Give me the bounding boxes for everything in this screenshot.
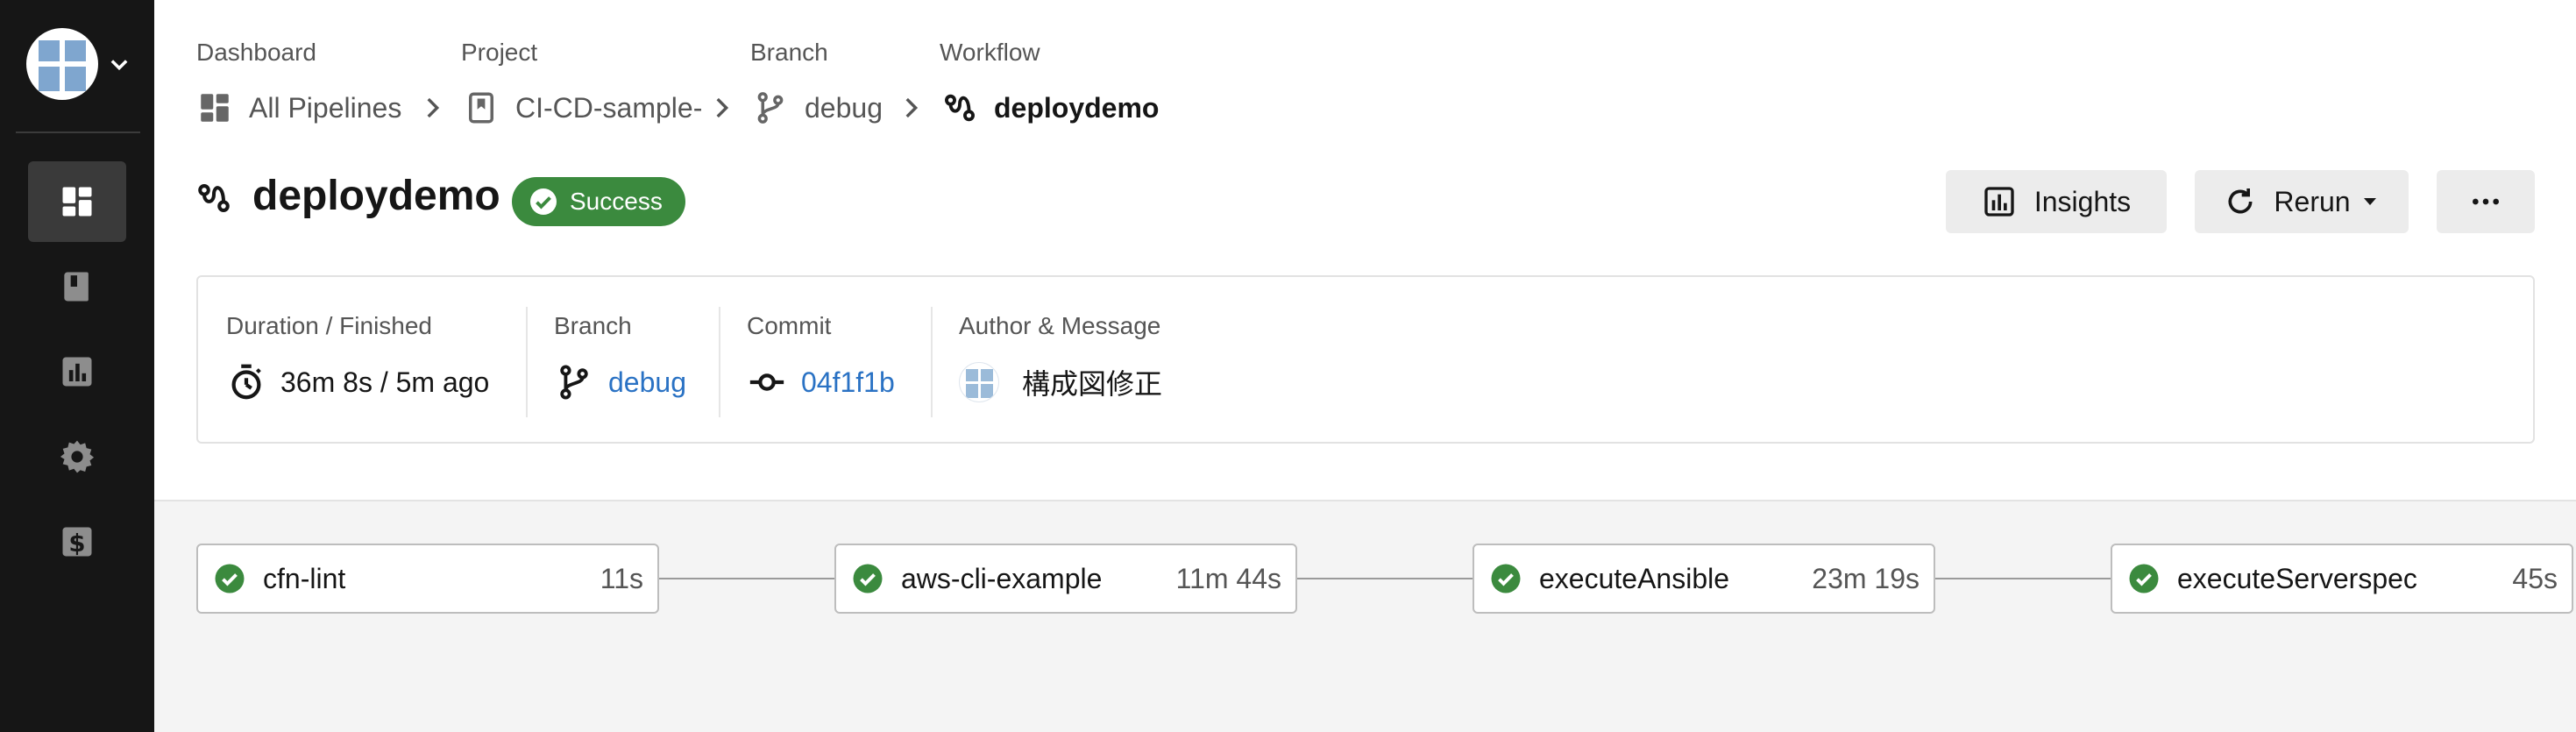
- caret-down-icon: [2363, 198, 2376, 205]
- status-badge: Success: [512, 177, 685, 226]
- breadcrumb-dashboard-label: Dashboard: [196, 39, 316, 66]
- author-message-value: 構成図修正: [959, 359, 1162, 405]
- stopwatch-icon: [231, 364, 261, 400]
- job-card-cfn-lint[interactable]: cfn-lint 11s: [196, 544, 659, 614]
- job-connector: [1935, 578, 2111, 579]
- rerun-button[interactable]: Rerun: [2195, 170, 2409, 233]
- status-badge-text: Success: [570, 188, 663, 215]
- card-separator: [526, 307, 528, 417]
- job-connector: [659, 578, 834, 579]
- breadcrumb-all-pipelines-text: All Pipelines: [249, 91, 402, 124]
- breadcrumb-workflow-label: Workflow: [940, 39, 1040, 66]
- svg-text:$: $: [68, 529, 85, 558]
- sidebar-item-settings[interactable]: [28, 416, 126, 497]
- check-circle-icon: [1491, 564, 1521, 593]
- insights-button[interactable]: Insights: [1946, 170, 2167, 233]
- insights-icon: [1984, 187, 2014, 217]
- bar-chart-icon: [62, 357, 92, 387]
- job-name: cfn-lint: [263, 562, 346, 594]
- job-card-execute-serverspec[interactable]: executeServerspec 45s: [2111, 544, 2573, 614]
- chevron-right-icon: [716, 97, 729, 118]
- page-title: deploydemo: [252, 173, 500, 219]
- insights-button-label: Insights: [2033, 185, 2132, 217]
- rerun-button-label: Rerun: [2274, 185, 2351, 217]
- breadcrumb-all-pipelines[interactable]: All Pipelines: [196, 88, 401, 128]
- gear-icon: [60, 440, 95, 473]
- dashboard-icon: [201, 94, 229, 122]
- workflow-graph-canvas: [154, 501, 2576, 732]
- card-separator: [719, 307, 720, 417]
- sidebar-divider: [16, 131, 140, 133]
- bookmark-icon: [469, 92, 493, 124]
- job-name: aws-cli-example: [901, 562, 1103, 594]
- breadcrumb-branch-text: debug: [805, 91, 883, 124]
- git-branch-icon: [757, 92, 784, 124]
- duration-label: Duration / Finished: [226, 312, 433, 339]
- more-options-button[interactable]: [2437, 170, 2535, 233]
- chevron-right-icon: [427, 97, 440, 118]
- sidebar-item-dashboard[interactable]: [28, 161, 126, 242]
- refresh-icon: [2228, 188, 2253, 214]
- commit-message: 構成図修正: [1022, 368, 1163, 400]
- check-circle-icon: [215, 564, 245, 593]
- git-branch-icon: [560, 365, 588, 400]
- job-duration: 23m 19s: [1812, 562, 1920, 594]
- job-name: executeAnsible: [1539, 562, 1730, 594]
- sidebar-item-plan[interactable]: $: [28, 501, 126, 582]
- workflow-info-card: Duration / Finished 36m 8s / 5m ago Bran…: [196, 275, 2535, 444]
- job-card-aws-cli-example[interactable]: aws-cli-example 11m 44s: [834, 544, 1297, 614]
- job-card-execute-ansible[interactable]: executeAnsible 23m 19s: [1473, 544, 1935, 614]
- breadcrumb-workflow[interactable]: deploydemo: [941, 88, 1159, 128]
- breadcrumb-project-label: Project: [461, 39, 538, 66]
- branch-link[interactable]: debug: [608, 366, 686, 399]
- workflow-icon: [945, 94, 975, 122]
- breadcrumb-project-text: CI-CD-sample-: [515, 91, 703, 124]
- commit-label: Commit: [747, 312, 832, 339]
- job-name: executeServerspec: [2177, 562, 2417, 594]
- author-message-label: Author & Message: [959, 312, 1161, 339]
- commit-icon: [749, 373, 784, 391]
- chevron-right-icon: [905, 97, 919, 118]
- check-circle-icon: [530, 188, 557, 215]
- branch-label: Branch: [554, 312, 632, 339]
- dashboard-icon: [62, 187, 92, 217]
- sidebar-item-insights[interactable]: [28, 331, 126, 412]
- book-icon: [64, 272, 89, 302]
- check-circle-icon: [2129, 564, 2159, 593]
- user-menu[interactable]: [26, 28, 131, 100]
- sidebar-item-projects[interactable]: [28, 246, 126, 327]
- commit-value: 04f1f1b: [747, 359, 895, 405]
- duration-text: 36m 8s / 5m ago: [280, 366, 490, 398]
- author-avatar: [959, 362, 999, 402]
- branch-value: debug: [554, 359, 686, 405]
- job-duration: 11s: [600, 562, 643, 594]
- dollar-icon: $: [62, 527, 92, 558]
- breadcrumb-branch[interactable]: debug: [752, 88, 883, 128]
- duration-value: 36m 8s / 5m ago: [226, 359, 489, 405]
- breadcrumb-branch-label: Branch: [750, 39, 828, 66]
- job-connector: [1297, 578, 1473, 579]
- job-duration: 45s: [2512, 562, 2558, 594]
- chevron-down-icon: [110, 60, 128, 71]
- avatar: [26, 28, 98, 100]
- ellipsis-icon: [2473, 198, 2499, 205]
- check-circle-icon: [853, 564, 883, 593]
- sidebar: $: [0, 0, 154, 732]
- breadcrumb-project[interactable]: CI-CD-sample-: [463, 88, 702, 128]
- job-duration: 11m 44s: [1175, 562, 1281, 594]
- breadcrumb-workflow-text: deploydemo: [994, 91, 1160, 124]
- card-separator: [931, 307, 933, 417]
- workflow-icon: [198, 184, 230, 212]
- commit-link[interactable]: 04f1f1b: [801, 366, 895, 399]
